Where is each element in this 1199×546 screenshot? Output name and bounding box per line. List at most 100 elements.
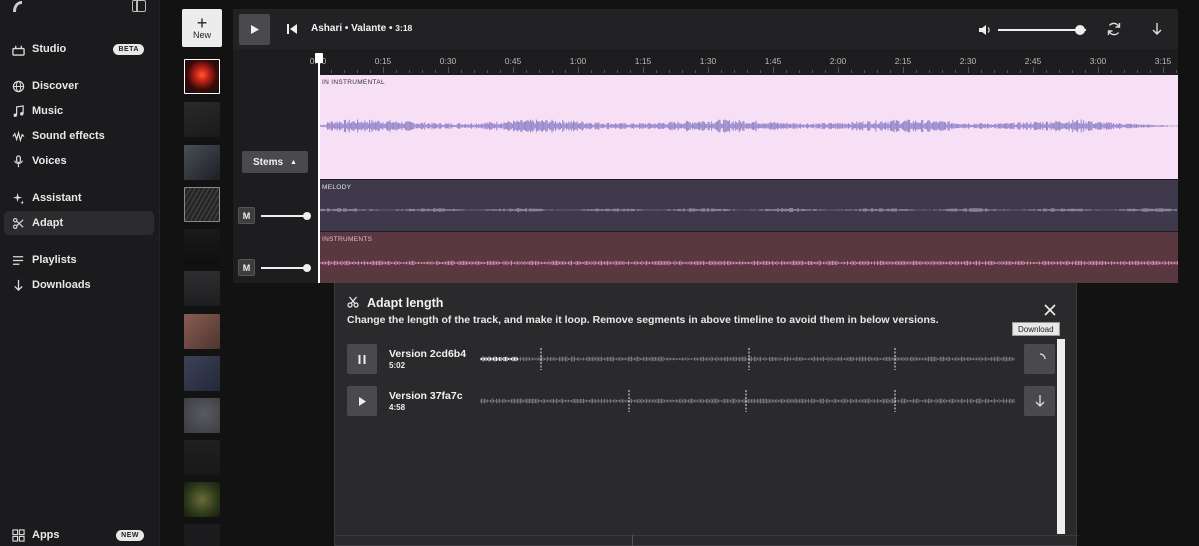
sidebar-item-label: Sound effects <box>32 130 105 142</box>
tick-label: 0:15 <box>374 56 392 66</box>
tick-label: 2:00 <box>829 56 847 66</box>
tick-mark <box>461 70 462 73</box>
tick-mark <box>682 70 683 73</box>
mute-button-instruments[interactable]: M <box>238 259 255 276</box>
tick-mark <box>838 67 839 73</box>
instruments-waveform <box>318 260 1178 266</box>
track-thumbnail[interactable] <box>184 524 220 546</box>
track-thumbnail-list: + New <box>180 0 224 546</box>
tick-mark <box>552 70 553 73</box>
stems-toggle-button[interactable]: Stems ▲ <box>242 151 308 173</box>
tick-mark <box>539 70 540 73</box>
track-melody[interactable]: MELODY <box>318 180 1178 231</box>
skip-back-icon[interactable] <box>285 22 299 36</box>
volume-slider-knob[interactable] <box>1075 25 1085 35</box>
pause-button[interactable] <box>347 344 377 374</box>
track-title-text: Ashari • Valante • <box>311 23 393 34</box>
new-badge: NEW <box>116 529 144 541</box>
track-thumbnail[interactable] <box>184 102 220 137</box>
version-duration: 5:02 <box>389 361 406 370</box>
play-button[interactable] <box>239 14 270 45</box>
track-thumbnail[interactable] <box>184 398 220 433</box>
scrollbar[interactable] <box>1057 339 1065 534</box>
track-thumbnail[interactable] <box>184 59 220 94</box>
track-thumbnail[interactable] <box>184 229 220 264</box>
version-row[interactable]: Version 37fa7c 4:58 <box>347 386 1067 417</box>
volume-icon[interactable] <box>978 23 992 37</box>
download-icon <box>4 279 32 292</box>
track-thumbnail[interactable] <box>184 271 220 306</box>
instruments-volume-knob[interactable] <box>303 264 311 272</box>
waveform-icon <box>4 129 32 143</box>
tick-mark <box>786 70 787 73</box>
track-thumbnail[interactable] <box>184 145 220 180</box>
tick-mark <box>864 70 865 73</box>
tick-mark <box>435 70 436 73</box>
version-waveform[interactable] <box>480 386 1015 416</box>
melody-volume-slider[interactable] <box>261 215 307 217</box>
sidebar-item-label: Adapt <box>32 217 64 229</box>
tick-mark <box>617 70 618 73</box>
track-instrumental[interactable]: IN INSTRUMENTAL <box>318 75 1178 179</box>
tick-mark <box>1111 70 1112 73</box>
volume-slider[interactable] <box>998 29 1086 31</box>
tick-mark <box>799 70 800 73</box>
sidebar-item-studio[interactable]: Studio BETA <box>4 37 154 61</box>
sidebar-toggle-icon[interactable] <box>132 0 146 12</box>
track-instruments[interactable]: INSTRUMENTS <box>318 232 1178 283</box>
waveform-path <box>318 119 1178 133</box>
time-ruler[interactable]: 0:000:150:300:451:001:151:301:452:002:15… <box>310 49 1178 73</box>
track-thumbnail[interactable] <box>184 440 220 475</box>
play-button[interactable] <box>347 386 377 416</box>
sidebar-item-playlists[interactable]: Playlists <box>4 248 154 272</box>
tick-mark <box>916 70 917 73</box>
tick-mark <box>669 70 670 73</box>
sidebar-item-voices[interactable]: Voices <box>4 149 154 173</box>
sidebar-item-sound-effects[interactable]: Sound effects <box>4 124 154 148</box>
sidebar-item-assistant[interactable]: Assistant <box>4 186 154 210</box>
mute-button-melody[interactable]: M <box>238 207 255 224</box>
track-title: Ashari • Valante • 3:18 <box>311 23 412 34</box>
playhead[interactable] <box>318 54 320 283</box>
track-thumbnail[interactable] <box>184 187 220 222</box>
track-thumbnail[interactable] <box>184 356 220 391</box>
tick-mark <box>760 70 761 73</box>
tick-label: 1:45 <box>764 56 782 66</box>
tick-mark <box>448 67 449 73</box>
studio-icon <box>4 43 32 56</box>
tick-mark <box>383 67 384 73</box>
track-thumbnail[interactable] <box>184 482 220 517</box>
tick-mark <box>1020 70 1021 73</box>
scissors-icon <box>347 296 359 308</box>
sidebar-item-music[interactable]: Music <box>4 99 154 123</box>
version-waveform[interactable] <box>480 344 1015 374</box>
version-row[interactable]: Version 2cd6b4 5:02 <box>347 344 1067 375</box>
sidebar-item-downloads[interactable]: Downloads <box>4 273 154 297</box>
tick-mark <box>474 70 475 73</box>
tick-mark <box>513 67 514 73</box>
tick-mark <box>994 70 995 73</box>
waveform-path <box>518 356 1015 362</box>
loading-spinner[interactable] <box>1024 344 1055 374</box>
tick-label: 2:15 <box>894 56 912 66</box>
adapt-icon <box>4 217 32 230</box>
sidebar-item-discover[interactable]: Discover <box>4 74 154 98</box>
sidebar-item-apps[interactable]: Apps NEW <box>4 523 154 546</box>
close-icon[interactable] <box>1042 302 1058 318</box>
new-button[interactable]: + New <box>182 9 222 47</box>
version-name: Version 37fa7c <box>389 390 463 402</box>
sidebar-item-adapt[interactable]: Adapt <box>4 211 154 235</box>
download-button[interactable] <box>1024 386 1055 416</box>
melody-volume-knob[interactable] <box>303 212 311 220</box>
tick-mark <box>942 70 943 73</box>
logo-icon[interactable] <box>10 0 24 14</box>
track-thumbnail[interactable] <box>184 314 220 349</box>
plus-icon: + <box>196 13 208 33</box>
sidebar-item-label: Playlists <box>32 254 77 266</box>
panel-divider <box>632 535 633 546</box>
tick-mark <box>630 70 631 73</box>
tick-mark <box>1033 67 1034 73</box>
loop-icon[interactable] <box>1106 21 1122 37</box>
download-icon[interactable] <box>1149 21 1165 37</box>
instruments-volume-slider[interactable] <box>261 267 307 269</box>
